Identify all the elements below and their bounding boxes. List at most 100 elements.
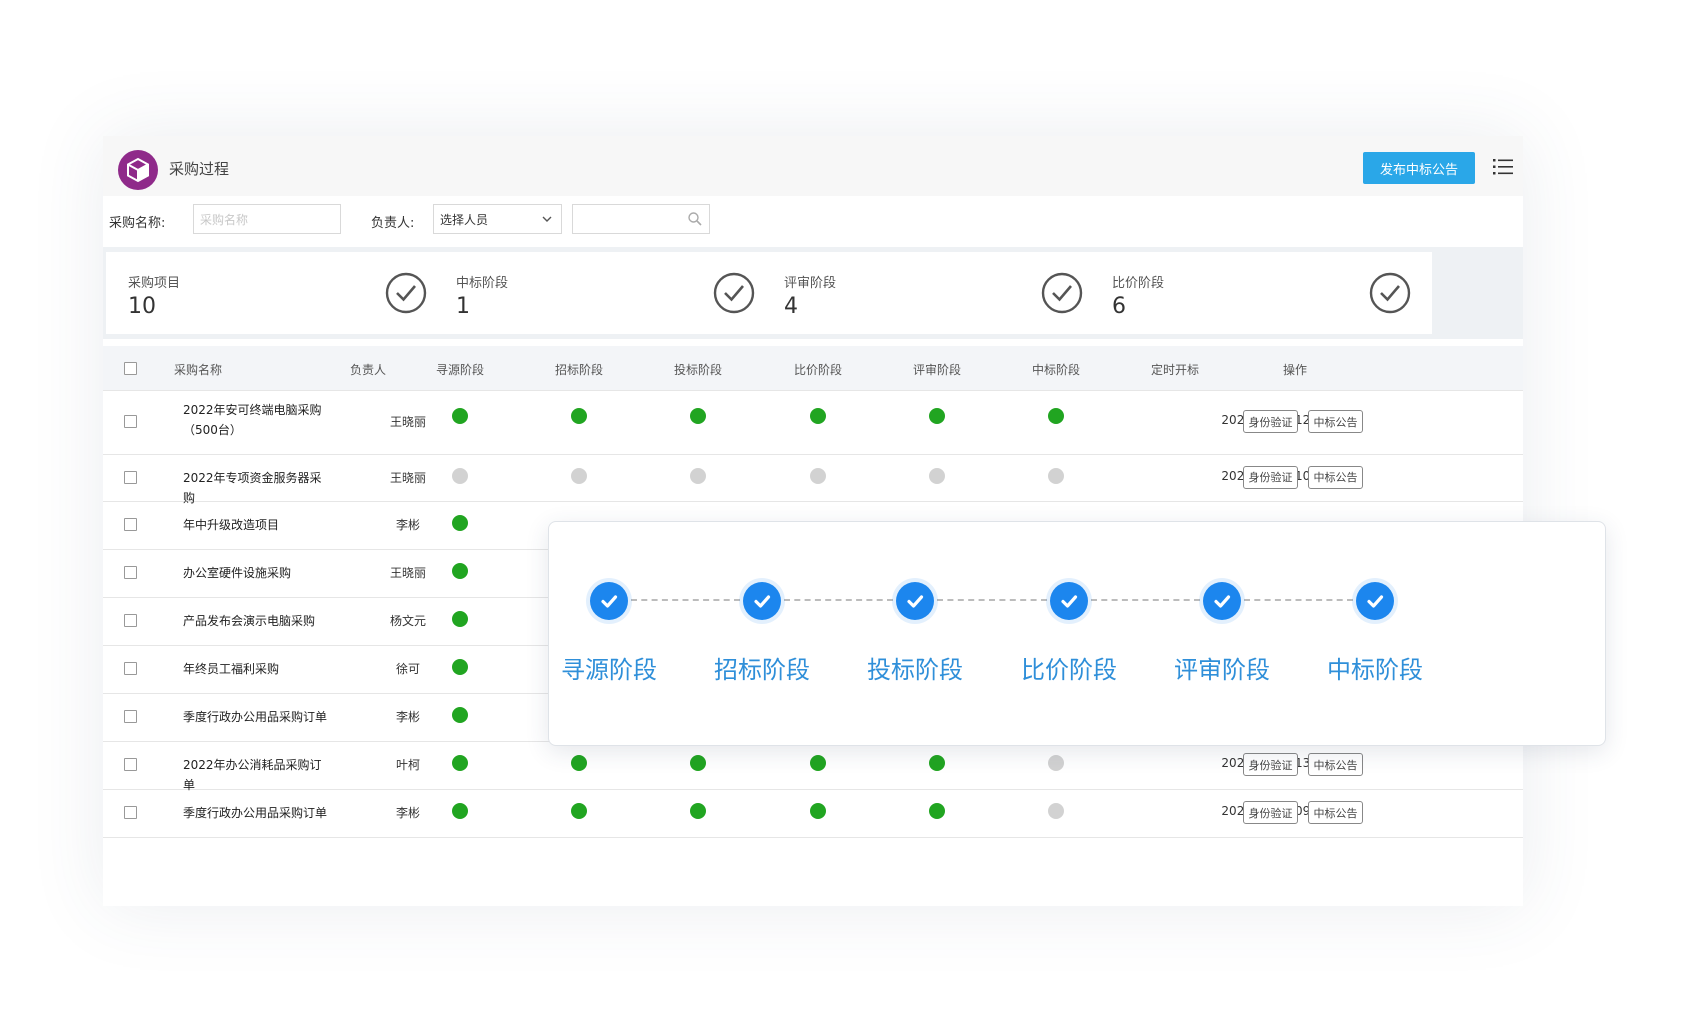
row-checkbox[interactable] [124,415,137,428]
verify-identity-button[interactable]: 身份验证 [1243,465,1298,489]
owner-name: 杨文元 [389,614,426,628]
column-header: 中标阶段 [1031,363,1080,377]
table-row: 2022年安可终端电脑采购（500台）王晓丽2022-03-16 12:30身份… [103,390,1523,455]
step-connector [1091,599,1200,601]
column-header: 比价阶段 [793,363,842,377]
step-check-icon [743,582,781,620]
owner-name: 李彬 [395,806,420,820]
verify-identity-button[interactable]: 身份验证 [1243,753,1298,776]
table-row: 2022年办公消耗品采购订单叶柯2022-02-16 13:30身份验证中标公告 [103,741,1523,792]
stat-card: 比价阶段 6 [1090,252,1432,334]
procurement-name: 季度行政办公用品采购订单 [183,710,328,724]
stage-complete-dot [452,563,468,579]
stage-complete-dot [1048,408,1064,424]
row-checkbox[interactable] [124,806,137,819]
procurement-name: 办公室硬件设施采购 [183,566,292,580]
owner-select-value: 选择人员 [440,212,489,227]
owner-name: 王晓丽 [389,566,426,580]
stage-complete-dot [571,803,587,819]
step-check-icon [1050,582,1088,620]
award-notice-button[interactable]: 中标公告 [1308,753,1363,776]
stat-label: 中标阶段 [456,276,509,291]
stage-complete-dot [690,408,706,424]
name-filter-label: 采购名称: [109,216,166,231]
award-notice-button[interactable]: 中标公告 [1308,410,1363,433]
step-connector [1244,599,1353,601]
stage-complete-dot [452,755,468,771]
search-icon[interactable] [687,211,703,227]
step-label: 评审阶段 [1174,656,1270,684]
stat-label: 采购项目 [128,276,181,291]
page-title: 采购过程 [169,160,230,178]
progress-card: 寻源阶段 招标阶段 投标阶段 比价阶段 评审阶段 中标阶段 [548,521,1606,746]
step-check-icon [590,582,628,620]
row-checkbox[interactable] [124,518,137,531]
step-label: 寻源阶段 [561,656,657,684]
stat-value: 4 [784,294,798,319]
column-header: 采购名称 [173,363,222,377]
table-header: 采购名称 负责人 寻源阶段 招标阶段 投标阶段 比价阶段 评审阶段 中标阶段 定时开标 操作 [103,346,1523,391]
search-input[interactable] [572,204,710,234]
check-circle-icon [712,271,756,315]
column-header: 操作 [1282,363,1307,377]
table-row: 季度行政办公用品采购订单李彬2022-03-02 09:00身份验证中标公告 [103,789,1523,838]
step-label: 招标阶段 [714,656,810,684]
stat-label: 评审阶段 [784,276,837,291]
owner-select[interactable]: 选择人员 [433,204,562,234]
award-notice-button[interactable]: 中标公告 [1308,801,1363,824]
name-filter-input[interactable]: 采购名称 [193,204,341,234]
procurement-name: 产品发布会演示电脑采购 [183,614,316,628]
column-header: 负责人 [349,363,386,377]
cube-logo-icon [118,150,158,190]
stage-complete-dot [929,408,945,424]
check-circle-icon [384,271,428,315]
procurement-name: 季度行政办公用品采购订单 [183,806,328,820]
stage-complete-dot [810,755,826,771]
row-checkbox[interactable] [124,662,137,675]
stat-value: 1 [456,294,470,319]
row-checkbox[interactable] [124,710,137,723]
stage-complete-dot [690,803,706,819]
step-check-icon [1203,582,1241,620]
stat-value: 6 [1112,294,1126,319]
stage-pending-dot [1048,803,1064,819]
list-menu-icon[interactable] [1493,158,1513,176]
column-header: 定时开标 [1150,363,1199,377]
check-circle-icon [1040,271,1084,315]
publish-award-button[interactable]: 发布中标公告 [1363,152,1475,184]
stage-pending-dot [1048,467,1064,484]
stage-complete-dot [810,408,826,424]
column-header: 寻源阶段 [435,363,484,377]
stat-card: 评审阶段 4 [762,252,1104,334]
stage-pending-dot [690,467,706,484]
top-bar: 采购过程 发布中标公告 [103,136,1523,196]
verify-identity-button[interactable]: 身份验证 [1243,410,1298,433]
procurement-name: 年终员工福利采购 [183,662,280,676]
stage-pending-dot [452,467,468,484]
column-header: 投标阶段 [673,363,722,377]
stat-label: 比价阶段 [1112,276,1165,291]
procurement-name: 2022年安可终端电脑采购（500台） [183,403,322,437]
stage-complete-dot [452,611,468,627]
step-check-icon [896,582,934,620]
stage-complete-dot [452,707,468,723]
step-connector [937,599,1047,601]
step-label: 投标阶段 [867,656,963,684]
stage-complete-dot [571,755,587,771]
stage-pending-dot [810,467,826,484]
step-connector [784,599,893,601]
stage-pending-dot [571,467,587,484]
award-notice-button[interactable]: 中标公告 [1308,465,1363,489]
check-circle-icon [1368,271,1412,315]
step-connector [631,599,740,601]
select-all-checkbox[interactable] [124,362,137,375]
row-checkbox[interactable] [124,614,137,627]
row-checkbox[interactable] [124,758,137,771]
owner-name: 王晓丽 [389,415,426,429]
verify-identity-button[interactable]: 身份验证 [1243,801,1298,824]
owner-name: 李彬 [395,710,420,724]
owner-filter-label: 负责人: [371,216,415,231]
row-checkbox[interactable] [124,470,137,484]
owner-name: 李彬 [395,518,420,532]
row-checkbox[interactable] [124,566,137,579]
